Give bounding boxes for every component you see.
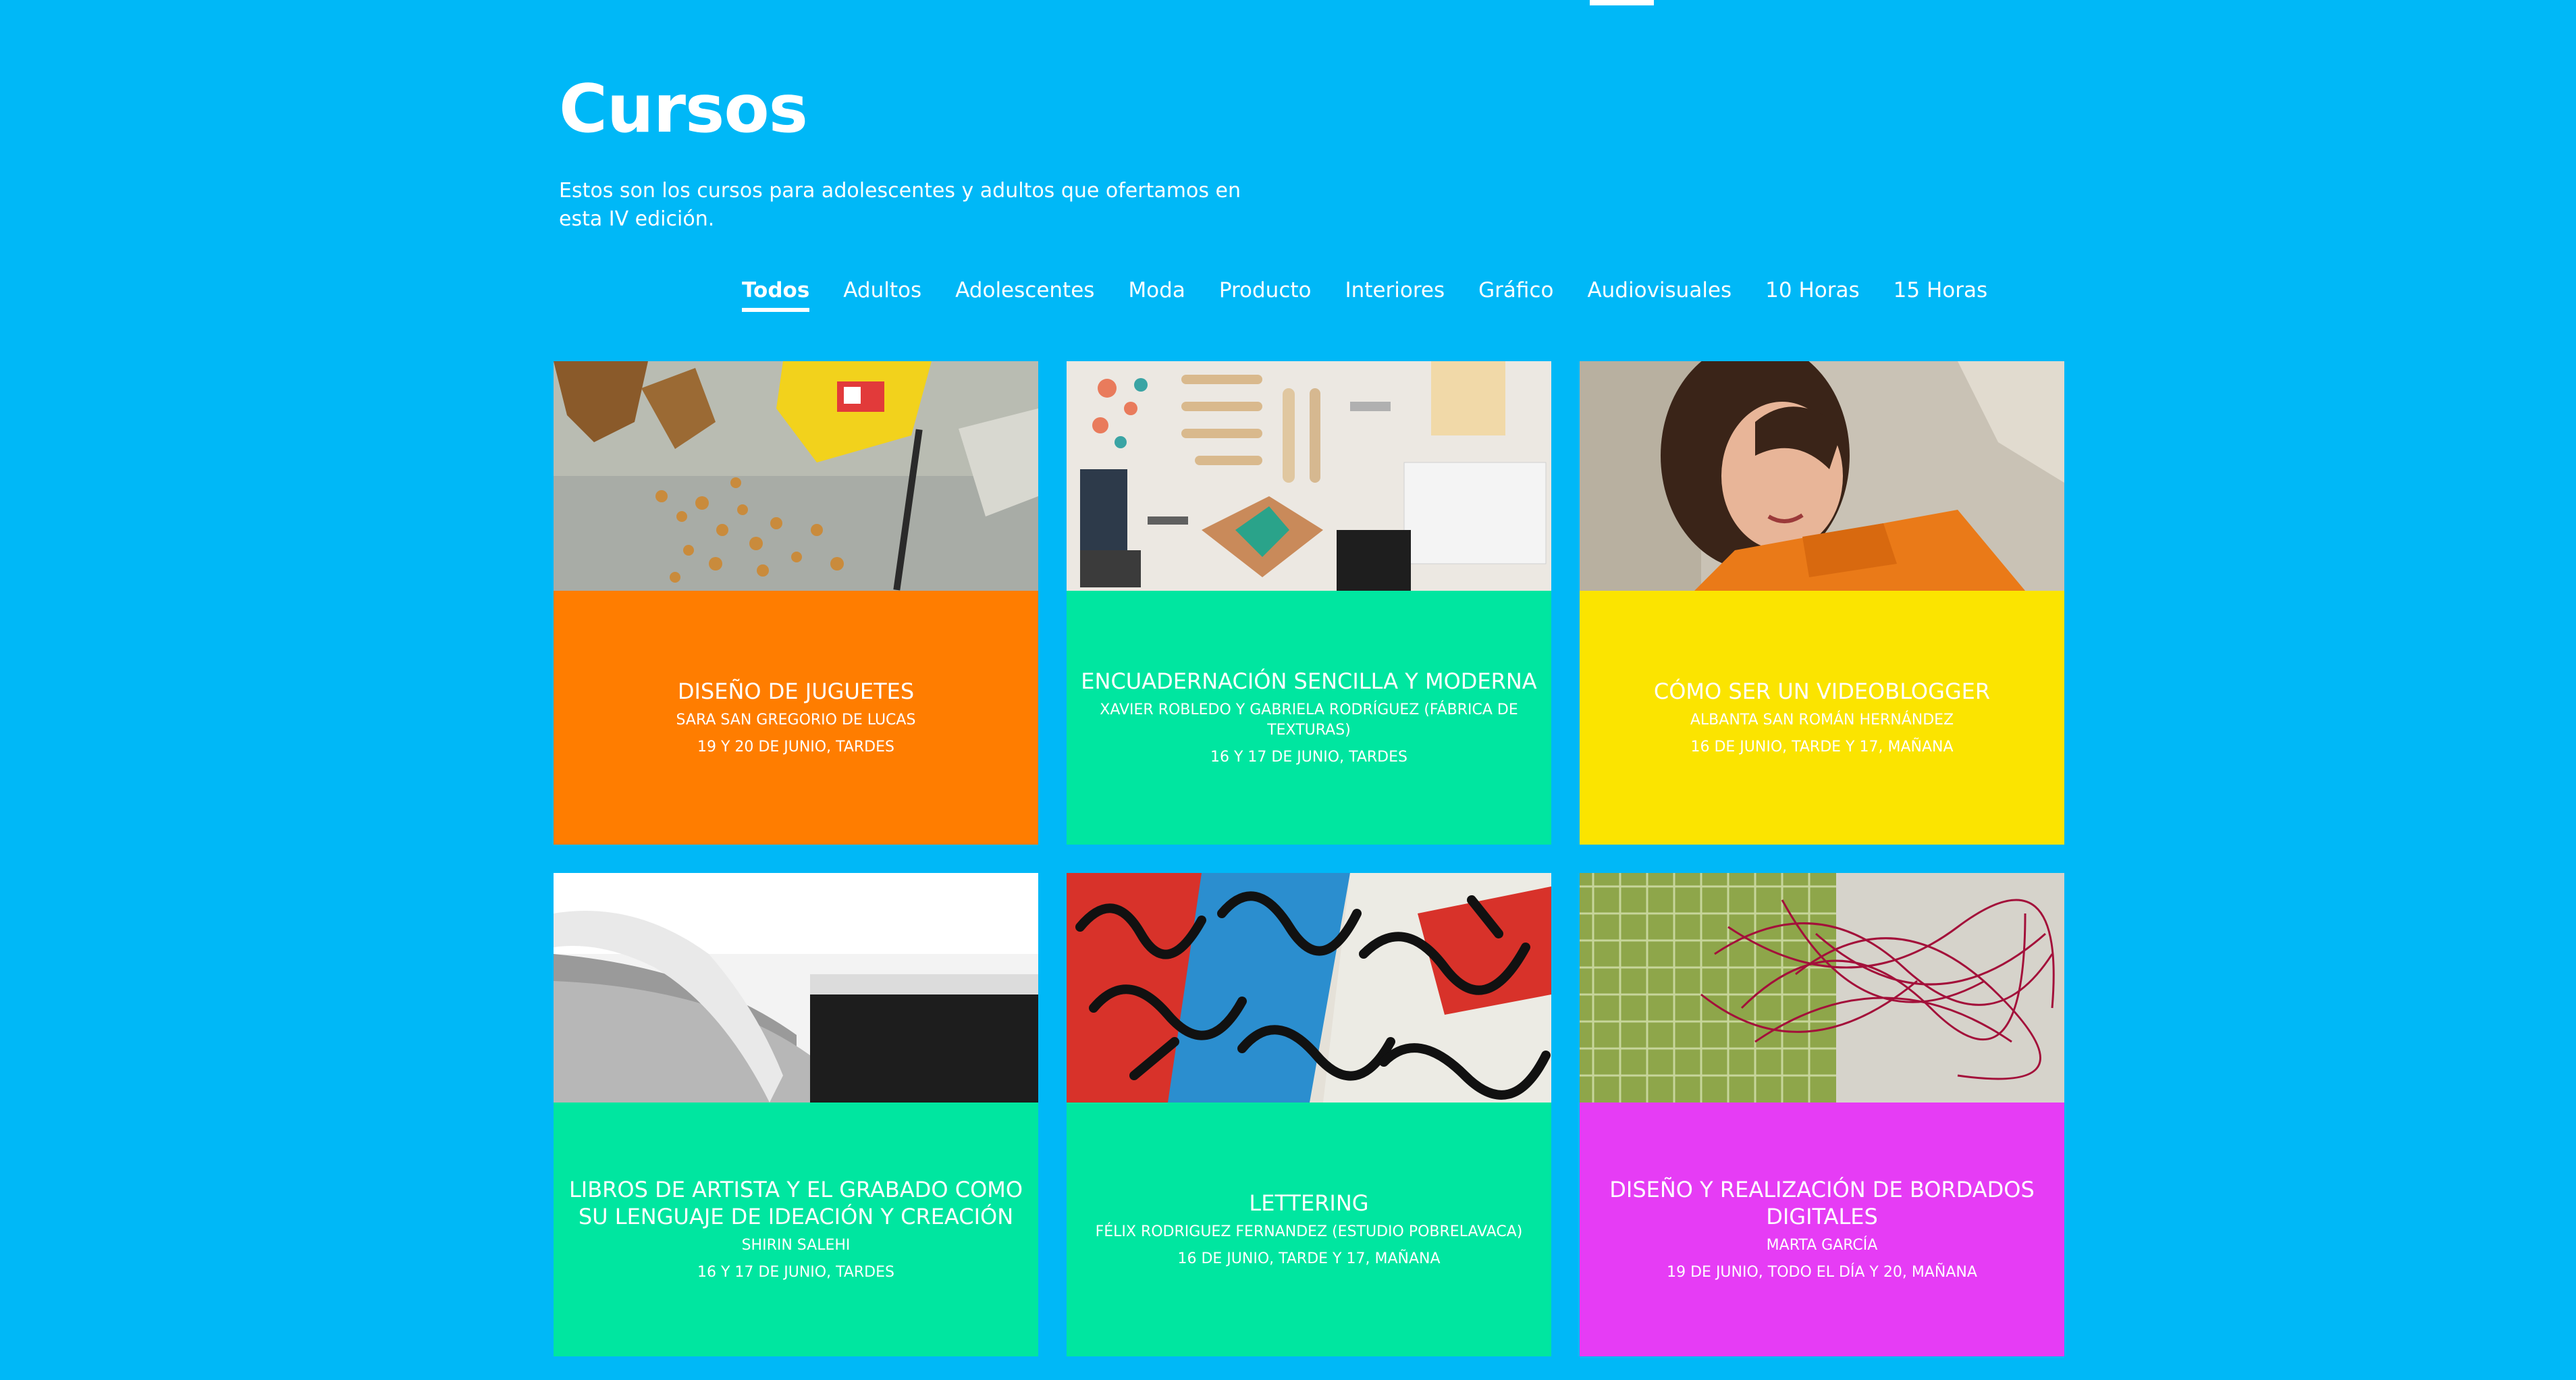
course-filter-nav: Todos Adultos Adolescentes Moda Producto… (742, 278, 1987, 319)
course-card-lettering[interactable]: Lettering Félix Rodriguez Fernandez (Est… (1067, 873, 1551, 1356)
course-title: Diseño y realización de bordados digital… (1609, 1177, 2035, 1229)
filter-tab-adultos[interactable]: Adultos (843, 278, 921, 308)
course-dates: 16 y 17 de junio, tardes (697, 1264, 894, 1281)
course-card-body: Diseño y realización de bordados digital… (1580, 1103, 2064, 1356)
embroidery-threads-image (1580, 873, 2064, 1103)
filter-tab-todos[interactable]: Todos (742, 278, 810, 312)
course-instructor: Xavier Robledo y Gabriela Rodríguez (Fáb… (1100, 701, 1518, 739)
course-title: Encuadernación sencilla y moderna (1081, 668, 1537, 694)
course-card-encuadernacion[interactable]: Encuadernación sencilla y moderna Xavier… (1067, 361, 1551, 845)
course-grid: Diseño de juguetes Sara San Gregorio de … (554, 361, 2064, 1356)
course-dates: 16 de junio, tarde y 17, mañana (1177, 1250, 1441, 1267)
bookbinding-tools-image (1067, 361, 1551, 591)
course-dates: 16 y 17 de junio, tardes (1210, 749, 1407, 766)
page-title: Cursos (559, 71, 808, 148)
course-card-videoblogger[interactable]: Cómo ser un videoblogger Albanta San Rom… (1580, 361, 2064, 845)
calligraphy-artwork-image (1067, 873, 1551, 1103)
course-instructor: Félix Rodriguez Fernandez (Estudio Pobre… (1095, 1223, 1523, 1240)
course-card-body: Lettering Félix Rodriguez Fernandez (Est… (1067, 1103, 1551, 1356)
wooden-puzzle-pieces-image (554, 361, 1038, 591)
course-title: Libros de artista y el grabado como su l… (568, 1177, 1023, 1229)
top-scroll-indicator (1590, 0, 1654, 5)
course-instructor: Sara San Gregorio de Lucas (676, 712, 916, 728)
course-card-body: Encuadernación sencilla y moderna Xavier… (1067, 591, 1551, 845)
filter-tab-audiovisuales[interactable]: Audiovisuales (1587, 278, 1732, 308)
smiling-woman-image (1580, 361, 2064, 591)
open-book-pages-image (554, 873, 1038, 1103)
filter-tab-producto[interactable]: Producto (1219, 278, 1312, 308)
filter-tab-moda[interactable]: Moda (1128, 278, 1185, 308)
course-card-libros-de-artista[interactable]: Libros de artista y el grabado como su l… (554, 873, 1038, 1356)
filter-tab-10-horas[interactable]: 10 Horas (1765, 278, 1859, 308)
course-instructor: Albanta San Román Hernández (1690, 712, 1954, 728)
course-card-bordados-digitales[interactable]: Diseño y realización de bordados digital… (1580, 873, 2064, 1356)
course-card-body: Libros de artista y el grabado como su l… (554, 1103, 1038, 1356)
course-title: Cómo ser un videoblogger (1653, 679, 1991, 704)
page-intro: Estos son los cursos para adolescentes y… (559, 179, 1241, 231)
course-card-body: Diseño de juguetes Sara San Gregorio de … (554, 591, 1038, 845)
filter-tab-grafico[interactable]: Gráfico (1478, 278, 1553, 308)
course-card-body: Cómo ser un videoblogger Albanta San Rom… (1580, 591, 2064, 845)
course-instructor: Marta García (1766, 1237, 1878, 1254)
course-dates: 19 y 20 de junio, tardes (697, 739, 894, 755)
course-dates: 16 de junio, tarde y 17, mañana (1690, 739, 1954, 755)
course-instructor: Shirin Salehi (741, 1237, 851, 1254)
filter-tab-15-horas[interactable]: 15 Horas (1894, 278, 1987, 308)
course-title: Diseño de juguetes (677, 679, 915, 704)
course-card-diseno-de-juguetes[interactable]: Diseño de juguetes Sara San Gregorio de … (554, 361, 1038, 845)
course-title: Lettering (1249, 1190, 1369, 1216)
filter-tab-interiores[interactable]: Interiores (1345, 278, 1445, 308)
course-dates: 19 de junio, todo el día y 20, mañana (1667, 1264, 1977, 1281)
filter-tab-adolescentes[interactable]: Adolescentes (955, 278, 1094, 308)
